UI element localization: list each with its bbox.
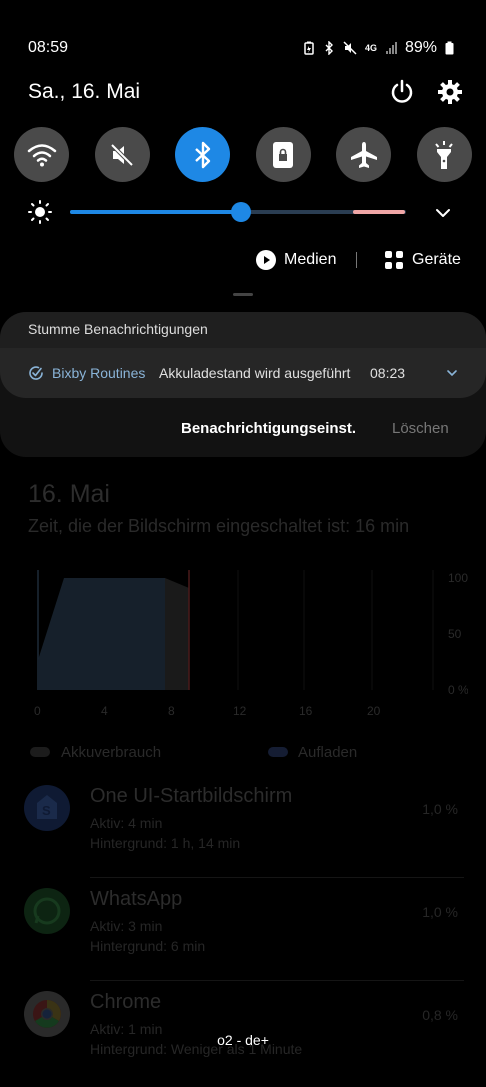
- devices-grid-icon: [385, 251, 403, 269]
- battery-usage-area: [38, 578, 165, 690]
- play-icon: [256, 250, 276, 270]
- devices-button[interactable]: Geräte: [384, 250, 461, 270]
- bixby-routines-icon: [29, 366, 43, 380]
- silent-notifications-title: Stumme Benachrichtigungen: [28, 321, 208, 337]
- mute-icon: [110, 143, 134, 166]
- legend-battery: Akkuverbrauch: [61, 744, 162, 761]
- flashlight-tile[interactable]: [416, 127, 472, 182]
- charging-legend-swatch: [268, 747, 288, 757]
- brightness-icon: [28, 200, 52, 224]
- battery-saver-icon: [304, 41, 314, 55]
- status-time: 08:59: [28, 39, 69, 56]
- oneui-home-icon: S: [24, 785, 70, 831]
- app-background-time: Hintergrund: 6 min: [90, 938, 206, 954]
- notification-time: 08:23: [370, 365, 406, 381]
- media-divider: [356, 252, 357, 268]
- brightness-slider[interactable]: [70, 202, 406, 222]
- power-icon[interactable]: [388, 78, 416, 106]
- wifi-tile[interactable]: [14, 127, 69, 182]
- battery-icon: [445, 41, 454, 55]
- app-percent: 1,0 %: [422, 904, 458, 920]
- whatsapp-icon: [24, 888, 70, 934]
- expand-chevron-icon[interactable]: [434, 204, 452, 222]
- y-tick-label: 100: [448, 571, 468, 585]
- x-tick-label: 12: [233, 704, 247, 718]
- y-tick-label: 50: [448, 627, 462, 641]
- battery-legend-swatch: [30, 747, 50, 757]
- battery-percent: 89%: [404, 39, 437, 56]
- status-icons: 4G 89%: [303, 39, 454, 57]
- app-usage-row: S One UI-Startbildschirm Aktiv: 4 min Hi…: [24, 785, 464, 881]
- chart-legend: Akkuverbrauch Aufladen: [28, 744, 468, 764]
- panel-drag-handle[interactable]: [233, 293, 253, 296]
- airplane-tile[interactable]: [336, 127, 392, 182]
- battery-date-title: 16. Mai: [28, 480, 110, 508]
- app-percent: 1,0 %: [422, 801, 458, 817]
- svg-text:S: S: [42, 803, 51, 818]
- status-bar: 08:59 4G 89%: [28, 38, 454, 58]
- brightness-thumb[interactable]: [231, 202, 251, 222]
- charging-area: [165, 578, 189, 690]
- devices-label: Geräte: [412, 251, 461, 268]
- airplane-icon: [350, 141, 377, 168]
- media-label: Medien: [284, 251, 337, 268]
- screen-time-subtitle: Zeit, die der Bildschirm eingeschaltet i…: [28, 516, 410, 536]
- x-tick-label: 16: [299, 704, 313, 718]
- carrier-label: o2 - de+: [217, 1032, 269, 1048]
- brightness-high-zone: [353, 210, 405, 214]
- app-background-time: Hintergrund: 1 h, 14 min: [90, 835, 241, 851]
- mute-tile[interactable]: [94, 127, 150, 182]
- app-percent: 0,8 %: [422, 1007, 458, 1023]
- bixby-notification[interactable]: Bixby Routines Akkuladestand wird ausgef…: [0, 348, 486, 398]
- x-tick-label: 0: [34, 704, 41, 718]
- x-tick-label: 20: [367, 704, 381, 718]
- notification-settings-button[interactable]: Benachrichtigungseinst.: [181, 420, 356, 437]
- x-tick-label: 8: [168, 704, 175, 718]
- app-active-time: Aktiv: 3 min: [90, 918, 163, 934]
- quick-settings-tiles: [14, 127, 472, 183]
- network-type: 4G: [364, 42, 377, 53]
- mute-status-icon: [343, 41, 357, 55]
- clear-notifications-button[interactable]: Löschen: [392, 420, 449, 437]
- bluetooth-status-icon: [325, 41, 333, 55]
- notification-text: Akkuladestand wird ausgeführt: [159, 365, 351, 381]
- row-divider: [90, 980, 464, 981]
- y-tick-label: 0 %: [448, 683, 468, 697]
- battery-usage-chart: 0 4 8 12 16 20 100 50 0 %: [34, 570, 468, 718]
- app-usage-row: WhatsApp Aktiv: 3 min Hintergrund: 6 min…: [24, 888, 464, 984]
- bluetooth-icon: [194, 141, 210, 168]
- notification-expand-icon[interactable]: [446, 367, 458, 379]
- legend-charging: Aufladen: [298, 744, 358, 761]
- bluetooth-tile[interactable]: [175, 127, 231, 182]
- flashlight-icon: [435, 140, 454, 169]
- app-name: WhatsApp: [90, 888, 183, 910]
- notification-app-name: Bixby Routines: [52, 365, 146, 381]
- wifi-icon: [27, 143, 56, 166]
- settings-gear-icon[interactable]: [436, 78, 464, 106]
- app-name: One UI-Startbildschirm: [90, 785, 293, 807]
- date-label: Sa., 16. Mai: [28, 80, 141, 103]
- lock-rotation-tile[interactable]: [255, 127, 311, 182]
- app-name: Chrome: [90, 991, 162, 1013]
- signal-icon: [385, 42, 397, 54]
- row-divider: [90, 877, 464, 878]
- media-button[interactable]: Medien: [256, 250, 336, 270]
- x-tick-label: 4: [101, 704, 108, 718]
- app-active-time: Aktiv: 4 min: [90, 815, 163, 831]
- chart-gridlines: [237, 570, 434, 690]
- portrait-lock-icon: [273, 141, 294, 168]
- brightness-fill: [70, 210, 241, 214]
- chrome-icon: [24, 991, 70, 1037]
